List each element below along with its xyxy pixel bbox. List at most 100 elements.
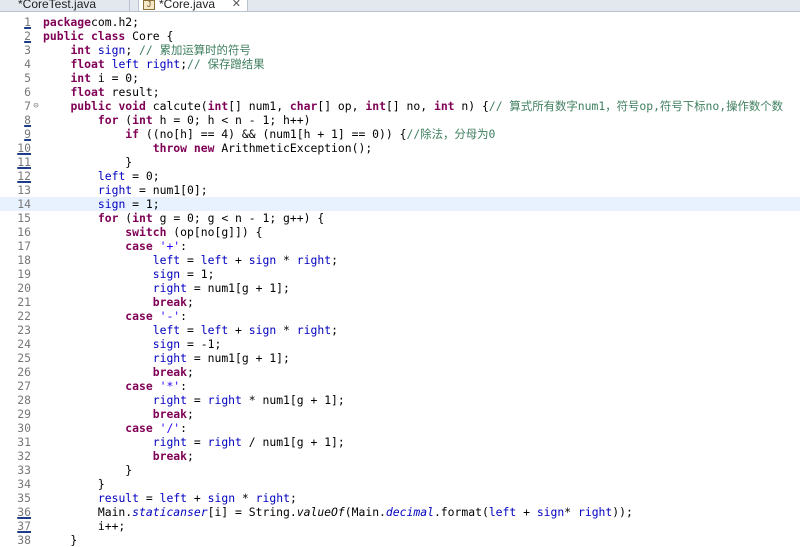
- code-line[interactable]: 12 left = 0;: [0, 169, 800, 183]
- code-text: break;: [43, 407, 194, 421]
- code-line[interactable]: 28 right = right * num1[g + 1];: [0, 393, 800, 407]
- code-text: float left right;// 保存蹭结果: [43, 57, 264, 71]
- code-line[interactable]: 4 float left right;// 保存蹭结果: [0, 57, 800, 71]
- code-line[interactable]: 3 int sign; // 累加运算时的符号: [0, 43, 800, 57]
- code-token: = 1;: [180, 267, 215, 281]
- code-line[interactable]: 32 break;: [0, 449, 800, 463]
- code-line[interactable]: 29 break;: [0, 407, 800, 421]
- code-token: right: [152, 351, 188, 365]
- code-token: (: [118, 113, 133, 127]
- code-line[interactable]: 11 }: [0, 155, 800, 169]
- line-number: 12: [17, 169, 31, 183]
- code-line[interactable]: 15 for (int g = 0; g < n - 1; g++) {: [0, 211, 800, 225]
- code-token: = num1[0];: [132, 183, 208, 197]
- code-token: *: [235, 491, 256, 505]
- tab-title: *CoreTest.java: [18, 0, 97, 11]
- code-token: i = 0;: [91, 71, 140, 85]
- code-line[interactable]: 1 packagecom.h2;: [0, 15, 800, 29]
- code-token: :: [180, 309, 188, 323]
- code-text: for (int g = 0; g < n - 1; g++) {: [43, 211, 324, 225]
- code-line[interactable]: 2 public class Core {: [0, 29, 800, 43]
- code-token: break: [152, 449, 188, 463]
- line-number: 1: [24, 15, 31, 29]
- code-line[interactable]: 35 result = left + sign * right;: [0, 491, 800, 505]
- code-editor[interactable]: 1 packagecom.h2; 2 public class Core {3 int…: [0, 15, 800, 547]
- line-number: 27: [17, 379, 31, 393]
- code-token: result;: [104, 85, 160, 99]
- line-number: 19: [17, 267, 31, 281]
- code-token: right: [152, 281, 188, 295]
- code-line[interactable]: 24 sign = -1;: [0, 337, 800, 351]
- code-line[interactable]: 21 break;: [0, 295, 800, 309]
- code-token: =: [187, 393, 208, 407]
- code-token: sign: [152, 337, 181, 351]
- code-line[interactable]: 5 int i = 0;: [0, 71, 800, 85]
- code-token: * num1[g + 1];: [241, 393, 345, 407]
- code-token: case: [125, 379, 153, 393]
- code-token: =: [180, 323, 201, 337]
- code-line[interactable]: 30 case '/':: [0, 421, 800, 435]
- code-line[interactable]: 37 i++;: [0, 519, 800, 533]
- code-line[interactable]: 27 case '*':: [0, 379, 800, 393]
- tab-coretest-java[interactable]: *CoreTest.java: [0, 0, 130, 11]
- code-line[interactable]: 13 right = num1[0];: [0, 183, 800, 197]
- tab-core-java[interactable]: J *Core.java ✕: [138, 0, 248, 11]
- code-line[interactable]: 8 for (int h = 0; h < n - 1; h++): [0, 113, 800, 127]
- line-number: 28: [17, 393, 31, 407]
- code-line[interactable]: 33 }: [0, 463, 800, 477]
- line-number: 31: [17, 435, 31, 449]
- code-line[interactable]: 22 case '-':: [0, 309, 800, 323]
- code-line[interactable]: 26 break;: [0, 365, 800, 379]
- code-token: (op[no[g]]) {: [166, 225, 263, 239]
- code-token: ));: [612, 505, 633, 519]
- code-line[interactable]: 25 right = num1[g + 1];: [0, 351, 800, 365]
- line-number: 6: [24, 85, 31, 99]
- line-number: 33: [17, 463, 31, 477]
- fold-collapse-icon[interactable]: ⊖: [31, 99, 41, 113]
- code-token: (Main.: [344, 505, 386, 519]
- code-line[interactable]: 14 sign = 1;: [0, 197, 800, 211]
- code-line[interactable]: 10 throw new ArithmeticException();: [0, 141, 800, 155]
- code-line[interactable]: 31 right = right / num1[g + 1];: [0, 435, 800, 449]
- code-token: break: [152, 407, 188, 421]
- code-token: sign: [152, 267, 181, 281]
- code-line[interactable]: 23 left = left + sign * right;: [0, 323, 800, 337]
- code-line[interactable]: 38 }: [0, 533, 800, 547]
- code-token: Core {: [125, 29, 174, 43]
- code-line[interactable]: 20 right = num1[g + 1];: [0, 281, 800, 295]
- code-line[interactable]: 9 if ((no[h] == 4) && (num1[h + 1] == 0)…: [0, 127, 800, 141]
- code-line[interactable]: 7 ⊖ public void calcute(int[] num1, char[…: [0, 99, 800, 113]
- line-number: 10: [17, 141, 31, 155]
- code-token: //除法，分母为0: [406, 127, 496, 141]
- code-token: :: [180, 421, 188, 435]
- code-line[interactable]: 6 float result;: [0, 85, 800, 99]
- code-text: i++;: [43, 519, 125, 533]
- code-text: case '-':: [43, 309, 187, 323]
- code-token: [] op,: [317, 99, 366, 113]
- code-token: = 1;: [125, 197, 160, 211]
- code-token: int: [365, 99, 386, 113]
- line-number: 23: [17, 323, 31, 337]
- code-line[interactable]: 34 }: [0, 477, 800, 491]
- close-icon[interactable]: ✕: [232, 0, 241, 11]
- code-line[interactable]: 16 switch (op[no[g]]) {: [0, 225, 800, 239]
- code-token: left: [111, 57, 140, 71]
- code-line[interactable]: 36 Main.staticanser[i] = String.valueOf(…: [0, 505, 800, 519]
- code-line[interactable]: 18 left = left + sign * right;: [0, 253, 800, 267]
- code-line[interactable]: 17 case '+':: [0, 239, 800, 253]
- code-token: (: [118, 211, 133, 225]
- code-line[interactable]: 19 sign = 1;: [0, 267, 800, 281]
